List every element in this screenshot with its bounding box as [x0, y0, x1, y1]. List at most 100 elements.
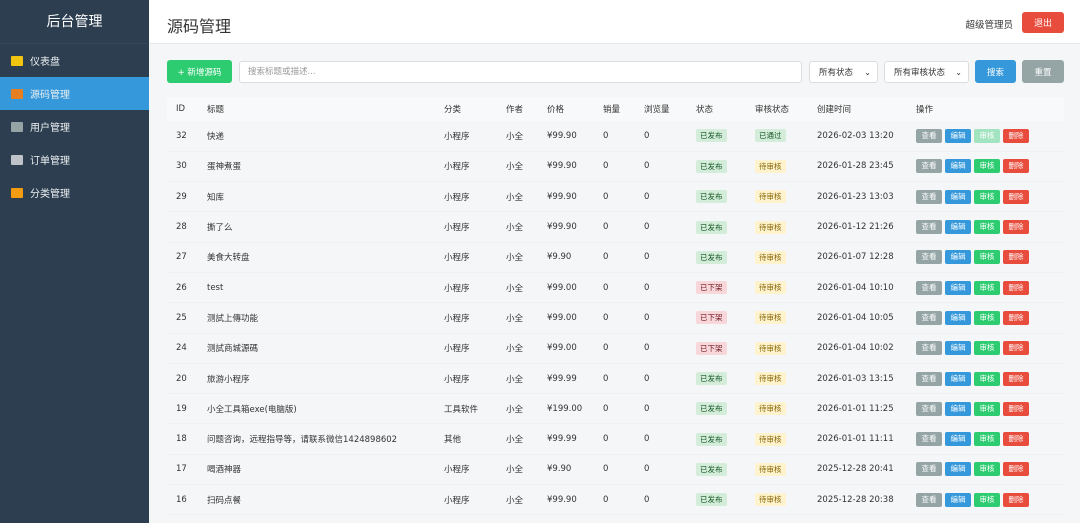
cell-created: 2025-12-28 20:41 [817, 464, 894, 475]
cell-title: 小全工具箱exe(电脑版) [207, 404, 297, 415]
audit-filter-select[interactable]: 所有审核状态 ⌄ [884, 61, 969, 83]
audit-button[interactable]: 审核 [974, 220, 1000, 235]
cell-price: ¥99.00 [547, 312, 577, 323]
edit-button[interactable]: 编辑 [945, 310, 971, 325]
table-row: 19 小全工具箱exe(电脑版) 工具软件 小全 ¥199.00 0 0 已发布 待审核 2026… [167, 394, 1064, 424]
edit-button[interactable]: 编辑 [945, 280, 971, 295]
delete-button[interactable]: 删除 [1003, 462, 1029, 477]
delete-button[interactable]: 删除 [1003, 220, 1029, 235]
delete-button[interactable]: 删除 [1003, 371, 1029, 386]
sidebar-item-0[interactable]: 仪表盘 [0, 44, 149, 77]
delete-button[interactable]: 删除 [1003, 159, 1029, 174]
view-button[interactable]: 查看 [916, 462, 942, 477]
audit-button[interactable]: 审核 [974, 492, 1000, 507]
status-badge: 已发布 [696, 493, 727, 507]
cell-actions: 查看 编辑 审核 删除 [907, 394, 1064, 424]
cell-created: 2025-12-28 20:38 [817, 494, 894, 505]
view-button[interactable]: 查看 [916, 220, 942, 235]
edit-button[interactable]: 编辑 [945, 341, 971, 356]
column-header: 操作 [907, 97, 1064, 121]
delete-button[interactable]: 删除 [1003, 341, 1029, 356]
view-button[interactable]: 查看 [916, 159, 942, 174]
search-button[interactable]: 搜索 [975, 60, 1016, 83]
table-header-row: ID 标题 分类 作者 价格 销量 浏览量 状态 审核状态 创建时间 操作 [167, 97, 1064, 121]
cell-created: 2026-01-04 10:02 [817, 343, 894, 354]
cell-author: 小全 [506, 192, 524, 203]
cell-created: 2026-01-07 12:28 [817, 252, 894, 263]
audit-button[interactable]: 审核 [974, 189, 1000, 204]
cell-price: ¥99.99 [547, 373, 577, 384]
cell-views: 0 [644, 312, 650, 323]
view-button[interactable]: 查看 [916, 189, 942, 204]
view-button[interactable]: 查看 [916, 492, 942, 507]
audit-button[interactable]: 审核 [974, 159, 1000, 174]
status-filter-select[interactable]: 所有状态 ⌄ [809, 61, 878, 83]
view-button[interactable]: 查看 [916, 401, 942, 416]
edit-button[interactable]: 编辑 [945, 220, 971, 235]
cell-id: 19 [176, 403, 187, 414]
audit-button[interactable]: 审核 [974, 341, 1000, 356]
view-button[interactable]: 查看 [916, 341, 942, 356]
delete-button[interactable]: 删除 [1003, 310, 1029, 325]
add-source-button[interactable]: + 新增源码 [167, 60, 232, 83]
delete-button[interactable]: 删除 [1003, 432, 1029, 447]
view-button[interactable]: 查看 [916, 310, 942, 325]
edit-button[interactable]: 编辑 [945, 128, 971, 143]
cell-sales: 0 [603, 130, 609, 141]
search-input[interactable] [239, 61, 802, 83]
logout-button[interactable]: 退出 [1022, 12, 1064, 33]
table-row: 24 测試商城源碼 小程序 小全 ¥99.00 0 0 已下架 待审核 2026-01-04 10… [167, 333, 1064, 364]
audit-button[interactable]: 审核 [974, 462, 1000, 477]
edit-button[interactable]: 编辑 [945, 401, 971, 416]
cell-status: 已发布 [687, 454, 746, 484]
audit-button[interactable]: 审核 [974, 280, 1000, 295]
view-button[interactable]: 查看 [916, 250, 942, 265]
view-button[interactable]: 查看 [916, 128, 942, 143]
edit-button[interactable]: 编辑 [945, 462, 971, 477]
edit-button[interactable]: 编辑 [945, 371, 971, 386]
cell-sales: 0 [603, 343, 609, 354]
cell-status: 已发布 [687, 121, 746, 151]
sidebar-item-label: 用户管理 [30, 123, 70, 134]
page-title: 源码管理 [167, 17, 232, 36]
column-header: 审核状态 [746, 97, 808, 121]
audit-button[interactable]: 审核 [974, 310, 1000, 325]
audit-button[interactable]: 审核 [974, 250, 1000, 265]
chevron-down-icon: ⌄ [864, 68, 871, 77]
edit-button[interactable]: 编辑 [945, 189, 971, 204]
cell-views: 0 [644, 252, 650, 263]
audit-button[interactable]: 审核 [974, 401, 1000, 416]
audit-button[interactable]: 审核 [974, 128, 1000, 143]
delete-button[interactable]: 删除 [1003, 128, 1029, 143]
edit-button[interactable]: 编辑 [945, 492, 971, 507]
view-button[interactable]: 查看 [916, 280, 942, 295]
edit-button[interactable]: 编辑 [945, 159, 971, 174]
edit-button[interactable]: 编辑 [945, 432, 971, 447]
cell-title: 美食大转盘 [207, 253, 250, 264]
cell-id: 17 [176, 464, 187, 475]
sidebar-item-3[interactable]: 订单管理 [0, 143, 149, 176]
delete-button[interactable]: 删除 [1003, 189, 1029, 204]
sidebar-item-2[interactable]: 用户管理 [0, 110, 149, 143]
delete-button[interactable]: 删除 [1003, 492, 1029, 507]
delete-button[interactable]: 删除 [1003, 250, 1029, 265]
sidebar-item-4[interactable]: 分类管理 [0, 176, 149, 209]
audit-filter-value: 所有审核状态 [894, 68, 946, 78]
delete-button[interactable]: 删除 [1003, 280, 1029, 295]
audit-button[interactable]: 审核 [974, 432, 1000, 447]
view-button[interactable]: 查看 [916, 371, 942, 386]
cell-author: 小全 [506, 131, 524, 142]
view-button[interactable]: 查看 [916, 432, 942, 447]
cell-price: ¥9.90 [547, 252, 572, 263]
status-badge: 已下架 [696, 311, 727, 325]
audit-button[interactable]: 审核 [974, 371, 1000, 386]
reset-button[interactable]: 重置 [1022, 60, 1064, 83]
edit-button[interactable]: 编辑 [945, 250, 971, 265]
sidebar-item-label: 源码管理 [30, 90, 70, 101]
cell-price: ¥9.90 [547, 464, 572, 475]
delete-button[interactable]: 删除 [1003, 401, 1029, 416]
cell-category: 小程序 [444, 495, 470, 506]
sidebar-item-1[interactable]: 源码管理 [0, 77, 149, 110]
status-badge: 已发布 [696, 432, 727, 446]
chevron-down-icon: ⌄ [955, 68, 962, 77]
